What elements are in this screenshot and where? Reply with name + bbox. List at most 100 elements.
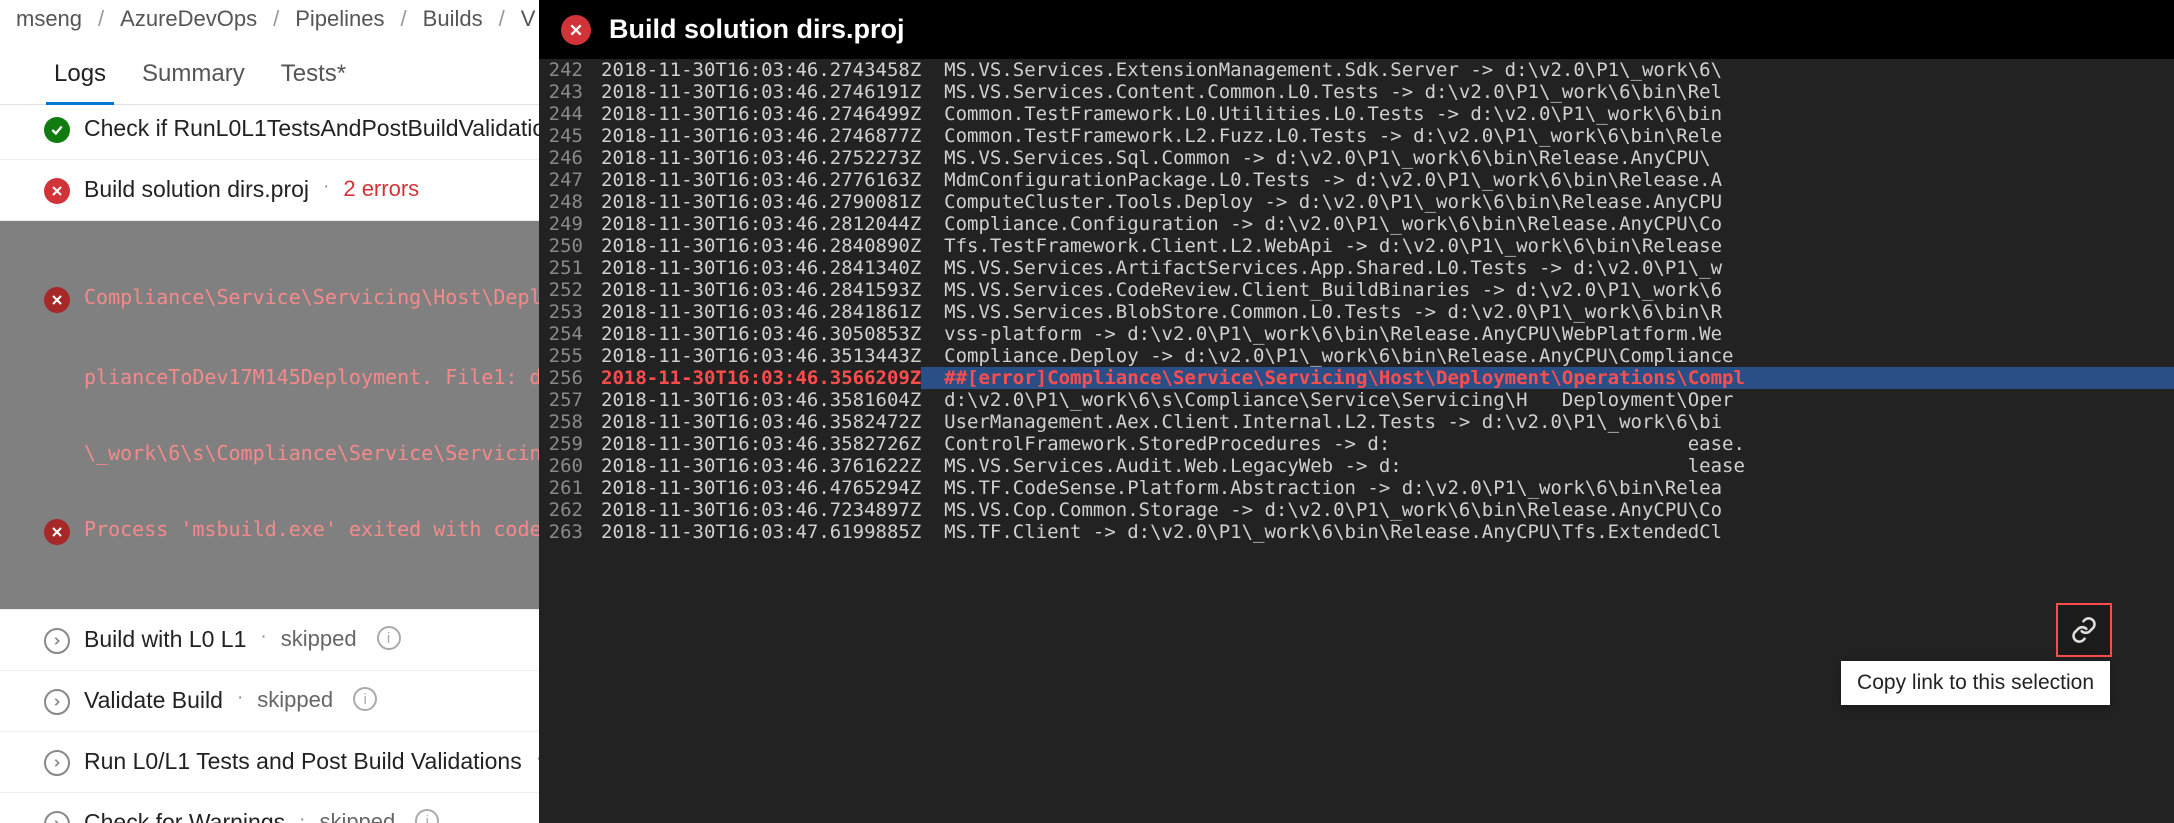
chevron-right-icon [44,811,70,823]
log-line[interactable]: 2632018-11-30T16:03:47.6199885Z MS.TF.Cl… [539,521,2174,543]
line-number: 252 [539,279,601,301]
line-number: 246 [539,147,601,169]
log-message: Common.TestFramework.L0.Utilities.L0.Tes… [921,103,2174,125]
log-line[interactable]: 2512018-11-30T16:03:46.2841340Z MS.VS.Se… [539,257,2174,279]
log-message: MS.TF.CodeSense.Platform.Abstraction -> … [921,477,2174,499]
log-line[interactable]: 2602018-11-30T16:03:46.3761622Z MS.VS.Se… [539,455,2174,477]
line-number: 250 [539,235,601,257]
log-line[interactable]: 2492018-11-30T16:03:46.2812044Z Complian… [539,213,2174,235]
log-message: MS.VS.Cop.Common.Storage -> d:\v2.0\P1\_… [921,499,2174,521]
log-line[interactable]: 2502018-11-30T16:03:46.2840890Z Tfs.Test… [539,235,2174,257]
task-validate-build[interactable]: Validate Build · skipped i [0,671,539,732]
timestamp: 2018-11-30T16:03:46.2841593Z [601,279,921,301]
task-error-details[interactable]: Compliance\Service\Servicing\Host\Deploy… [0,221,539,610]
timestamp: 2018-11-30T16:03:47.6199885Z [601,521,921,543]
breadcrumb-item[interactable]: mseng [0,6,98,32]
line-number: 251 [539,257,601,279]
task-list: Check if RunL0L1TestsAndPostBuildValidat… [0,105,539,823]
line-number: 263 [539,521,601,543]
info-icon[interactable]: i [353,687,377,711]
timestamp: 2018-11-30T16:03:46.2841861Z [601,301,921,323]
chevron-right-icon [44,628,70,654]
log-message: MS.VS.Services.Sql.Common -> d:\v2.0\P1\… [921,147,2174,169]
error-icon [561,15,591,45]
log-panel-header: Build solution dirs.proj [539,0,2174,59]
log-message: Compliance.Deploy -> d:\v2.0\P1\_work\6\… [921,345,2174,367]
line-number: 259 [539,433,601,455]
log-line[interactable]: 2572018-11-30T16:03:46.3581604Z d:\v2.0\… [539,389,2174,411]
tab-summary[interactable]: Summary [124,54,263,104]
log-line[interactable]: 2462018-11-30T16:03:46.2752273Z MS.VS.Se… [539,147,2174,169]
log-line[interactable]: 2472018-11-30T16:03:46.2776163Z MdmConfi… [539,169,2174,191]
tab-tests[interactable]: Tests* [263,54,364,104]
log-message: Compliance.Configuration -> d:\v2.0\P1\_… [921,213,2174,235]
copy-link-popover: Copy link to this selection [1841,605,2110,705]
timestamp: 2018-11-30T16:03:46.7234897Z [601,499,921,521]
tab-bar: Logs Summary Tests* [0,54,539,105]
line-number: 261 [539,477,601,499]
error-icon [44,178,70,204]
log-line[interactable]: 2582018-11-30T16:03:46.3582472Z UserMana… [539,411,2174,433]
tab-logs[interactable]: Logs [36,54,124,104]
log-line[interactable]: 2532018-11-30T16:03:46.2841861Z MS.VS.Se… [539,301,2174,323]
chevron-right-icon [44,750,70,776]
log-line[interactable]: 2542018-11-30T16:03:46.3050853Z vss-plat… [539,323,2174,345]
timestamp: 2018-11-30T16:03:46.2776163Z [601,169,921,191]
timestamp: 2018-11-30T16:03:46.2841340Z [601,257,921,279]
log-viewer[interactable]: 2422018-11-30T16:03:46.2743458Z MS.VS.Se… [539,59,2174,823]
chevron-right-icon [44,689,70,715]
skipped-label: skipped [319,809,395,823]
copy-link-tooltip: Copy link to this selection [1841,661,2110,705]
breadcrumb: mseng/ AzureDevOps/ Pipelines/ Builds/ V [0,0,539,54]
task-check-flags[interactable]: Check if RunL0L1TestsAndPostBuildValidat… [0,105,539,160]
log-line[interactable]: 2612018-11-30T16:03:46.4765294Z MS.TF.Co… [539,477,2174,499]
breadcrumb-item[interactable]: Builds [407,6,499,32]
timestamp: 2018-11-30T16:03:46.3582472Z [601,411,921,433]
line-number: 244 [539,103,601,125]
task-check-warnings[interactable]: Check for Warnings · skipped i [0,793,539,823]
skipped-label: skipped [281,626,357,652]
line-number: 247 [539,169,601,191]
link-icon [2070,616,2098,644]
timestamp: 2018-11-30T16:03:46.3566209Z [601,367,921,389]
log-line[interactable]: 2432018-11-30T16:03:46.2746191Z MS.VS.Se… [539,81,2174,103]
log-line[interactable]: 2442018-11-30T16:03:46.2746499Z Common.T… [539,103,2174,125]
log-line[interactable]: 2592018-11-30T16:03:46.3582726Z ControlF… [539,433,2174,455]
log-line[interactable]: 2422018-11-30T16:03:46.2743458Z MS.VS.Se… [539,59,2174,81]
line-number: 248 [539,191,601,213]
breadcrumb-item[interactable]: AzureDevOps [104,6,273,32]
log-message: MS.VS.Services.Content.Common.L0.Tests -… [921,81,2174,103]
info-icon[interactable]: i [377,626,401,650]
timestamp: 2018-11-30T16:03:46.2790081Z [601,191,921,213]
task-build-solution[interactable]: Build solution dirs.proj · 2 errors [0,160,539,221]
timestamp: 2018-11-30T16:03:46.3761622Z [601,455,921,477]
timestamp: 2018-11-30T16:03:46.2743458Z [601,59,921,81]
log-panel: Build solution dirs.proj 2422018-11-30T1… [539,0,2174,823]
log-message: ControlFramework.StoredProcedures -> d: … [921,433,2174,455]
info-icon[interactable]: i [415,809,439,823]
copy-link-button[interactable] [2058,605,2110,655]
log-message: d:\v2.0\P1\_work\6\s\Compliance\Service\… [921,389,2174,411]
timestamp: 2018-11-30T16:03:46.2752273Z [601,147,921,169]
line-number: 254 [539,323,601,345]
timestamp: 2018-11-30T16:03:46.3581604Z [601,389,921,411]
task-title: Build solution dirs.proj [84,176,309,203]
line-number: 256 [539,367,601,389]
log-line[interactable]: 2622018-11-30T16:03:46.7234897Z MS.VS.Co… [539,499,2174,521]
log-message: ComputeCluster.Tools.Deploy -> d:\v2.0\P… [921,191,2174,213]
task-title: Check for Warnings [84,809,285,823]
task-build-l0l1[interactable]: Build with L0 L1 · skipped i [0,610,539,671]
breadcrumb-item[interactable]: Pipelines [279,6,400,32]
log-message: Tfs.TestFramework.Client.L2.WebApi -> d:… [921,235,2174,257]
left-pane: mseng/ AzureDevOps/ Pipelines/ Builds/ V… [0,0,539,823]
line-number: 243 [539,81,601,103]
task-run-l0l1-validations[interactable]: Run L0/L1 Tests and Post Build Validatio… [0,732,539,793]
log-line[interactable]: 2552018-11-30T16:03:46.3513443Z Complian… [539,345,2174,367]
timestamp: 2018-11-30T16:03:46.3582726Z [601,433,921,455]
log-line[interactable]: 2522018-11-30T16:03:46.2841593Z MS.VS.Se… [539,279,2174,301]
log-line[interactable]: 2562018-11-30T16:03:46.3566209Z ##[error… [539,367,2174,389]
log-message: MS.TF.Client -> d:\v2.0\P1\_work\6\bin\R… [921,521,2174,543]
log-line[interactable]: 2452018-11-30T16:03:46.2746877Z Common.T… [539,125,2174,147]
log-line[interactable]: 2482018-11-30T16:03:46.2790081Z ComputeC… [539,191,2174,213]
log-message: UserManagement.Aex.Client.Internal.L2.Te… [921,411,2174,433]
